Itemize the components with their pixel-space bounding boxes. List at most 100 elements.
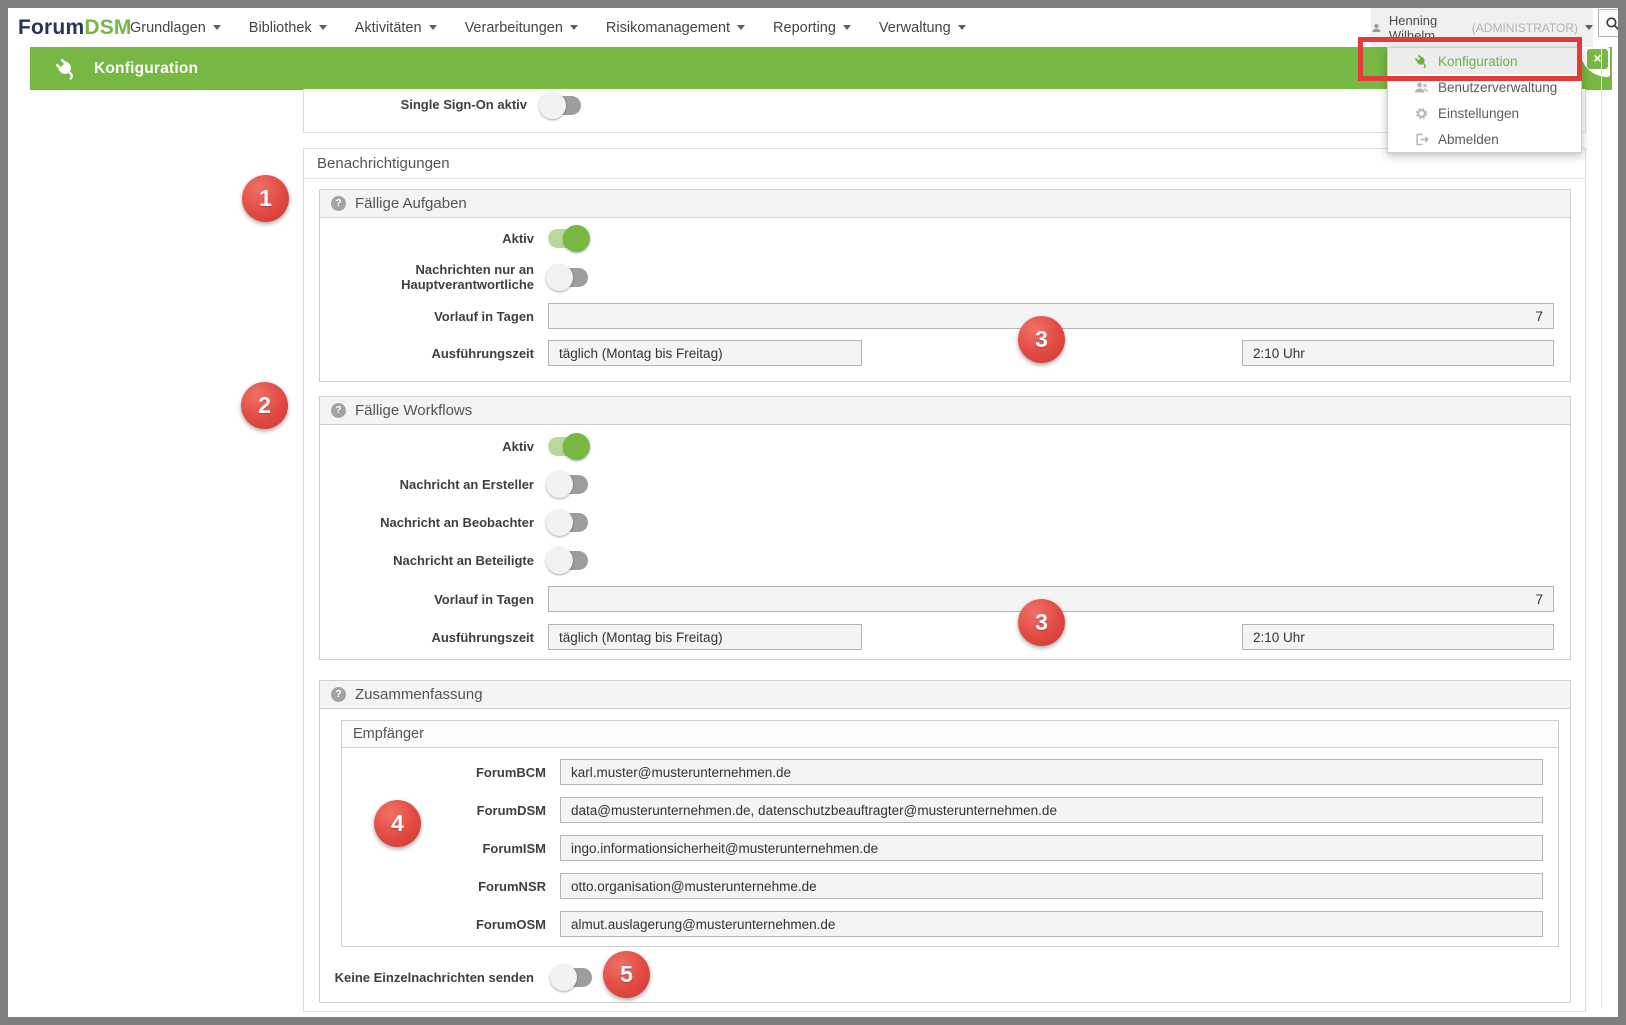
wf-exec-schedule-select[interactable]: täglich (Montag bis Freitag) [548, 624, 862, 650]
notifications-panel: Benachrichtigungen ? Fällige Aufgaben Ak… [303, 148, 1586, 1012]
wf-beobachter-toggle[interactable] [548, 513, 588, 532]
close-page-button[interactable]: × [1580, 47, 1610, 77]
chevron-down-icon [429, 25, 437, 34]
field-label: Aktiv [320, 439, 534, 454]
field-label: Keine Einzelnachrichten senden [320, 970, 534, 985]
sso-toggle[interactable] [541, 96, 581, 115]
recipient-forumnsr-input[interactable] [560, 873, 1543, 899]
sso-label: Single Sign-On aktiv [304, 89, 527, 121]
field-label: Ausführungszeit [320, 346, 534, 361]
recipients-box: Empfänger ForumBCM ForumDSM ForumISM For… [341, 720, 1559, 947]
annotation-badge-1: 1 [242, 175, 289, 222]
chevron-down-icon [958, 25, 966, 34]
section-faellige-workflows: ? Fällige Workflows Aktiv Nachricht an E… [319, 396, 1571, 660]
user-dropdown-menu: Konfiguration Benutzerverwaltung Einstel… [1387, 47, 1582, 153]
chevron-down-icon [843, 25, 851, 34]
page-header-bar: Konfiguration × [30, 47, 1612, 90]
help-icon[interactable]: ? [331, 196, 346, 211]
chevron-down-icon [1585, 25, 1593, 34]
wf-aktiv-toggle[interactable] [548, 437, 588, 456]
nav-item-bibliothek[interactable]: Bibliothek [235, 20, 341, 36]
nav-item-label: Risikomanagement [606, 20, 730, 36]
user-menu-button[interactable]: Henning Wilhelm (ADMINISTRATOR) [1371, 8, 1593, 47]
menu-item-benutzerverwaltung[interactable]: Benutzerverwaltung [1388, 74, 1581, 100]
toggle-knob [563, 225, 590, 252]
nav-item-reporting[interactable]: Reporting [759, 20, 865, 36]
toggle-knob [546, 547, 573, 574]
user-icon [1371, 21, 1382, 35]
field-label: Nachricht an Beteiligte [320, 553, 534, 568]
section-header: ? Zusammenfassung [320, 681, 1570, 709]
menu-item-label: Abmelden [1438, 132, 1499, 147]
app-logo[interactable]: ForumDSM [18, 8, 132, 47]
section-header: ? Fällige Aufgaben [320, 190, 1570, 218]
help-icon[interactable]: ? [331, 687, 346, 702]
menu-item-konfiguration[interactable]: Konfiguration [1388, 48, 1581, 74]
wf-exec-time-input[interactable]: 2:10 Uhr [1242, 624, 1554, 650]
plug-icon [1414, 54, 1429, 69]
chevron-down-icon [319, 25, 327, 34]
toggle-knob [546, 264, 573, 291]
tasks-only-main-toggle[interactable] [548, 268, 588, 287]
recipient-label: ForumDSM [342, 803, 546, 818]
wf-vorlauf-input[interactable] [548, 586, 1554, 612]
nav-item-label: Aktivitäten [355, 20, 422, 36]
nav-item-verwaltung[interactable]: Verwaltung [865, 20, 980, 36]
user-role: (ADMINISTRATOR) [1472, 21, 1578, 35]
top-navbar: ForumDSM Grundlagen Bibliothek Aktivität… [8, 8, 1618, 47]
toggle-knob [563, 433, 590, 460]
users-icon [1414, 80, 1429, 95]
logout-icon [1414, 132, 1429, 147]
logo-prefix: Forum [18, 16, 84, 39]
help-icon[interactable]: ? [331, 403, 346, 418]
wf-beteiligte-toggle[interactable] [548, 551, 588, 570]
main-menu: Grundlagen Bibliothek Aktivitäten Verarb… [116, 8, 980, 47]
wf-ersteller-toggle[interactable] [548, 475, 588, 494]
nav-item-grundlagen[interactable]: Grundlagen [116, 20, 235, 36]
menu-item-label: Einstellungen [1438, 106, 1519, 121]
menu-item-abmelden[interactable]: Abmelden [1388, 126, 1581, 152]
recipients-box-title: Empfänger [342, 721, 1558, 748]
field-label: Aktiv [320, 231, 534, 246]
notifications-panel-title: Benachrichtigungen [304, 149, 1585, 179]
recipient-label: ForumISM [342, 841, 546, 856]
section-title: Fällige Aufgaben [355, 195, 467, 212]
page-title: Konfiguration [94, 60, 198, 78]
nav-item-risikomanagement[interactable]: Risikomanagement [592, 20, 759, 36]
no-single-messages-toggle[interactable] [552, 968, 592, 987]
tasks-exec-schedule-select[interactable]: täglich (Montag bis Freitag) [548, 340, 862, 366]
tasks-exec-time-input[interactable]: 2:10 Uhr [1242, 340, 1554, 366]
section-faellige-aufgaben: ? Fällige Aufgaben Aktiv Nachrichten nur… [319, 189, 1571, 382]
toggle-knob [539, 92, 566, 119]
close-icon: × [1587, 49, 1608, 69]
nav-item-label: Verwaltung [879, 20, 951, 36]
nav-item-label: Reporting [773, 20, 836, 36]
section-header: ? Fällige Workflows [320, 397, 1570, 425]
field-label: Ausführungszeit [320, 630, 534, 645]
recipient-forumism-input[interactable] [560, 835, 1543, 861]
search-button[interactable] [1598, 9, 1626, 37]
chevron-down-icon [213, 25, 221, 34]
field-label: Nachricht an Beobachter [320, 515, 534, 530]
annotation-badge-2: 2 [241, 382, 288, 429]
menu-item-einstellungen[interactable]: Einstellungen [1388, 100, 1581, 126]
user-name: Henning Wilhelm [1389, 13, 1465, 43]
plug-icon [54, 57, 78, 81]
recipient-label: ForumBCM [342, 765, 546, 780]
tasks-aktiv-toggle[interactable] [548, 229, 588, 248]
recipient-forumbcm-input[interactable] [560, 759, 1543, 785]
nav-item-aktivitaeten[interactable]: Aktivitäten [341, 20, 451, 36]
nav-item-verarbeitungen[interactable]: Verarbeitungen [451, 20, 592, 36]
recipient-forumosm-input[interactable] [560, 911, 1543, 937]
recipient-forumdsm-input[interactable] [560, 797, 1543, 823]
menu-item-label: Benutzerverwaltung [1438, 80, 1557, 95]
search-icon [1604, 15, 1621, 32]
field-label: Nachricht an Ersteller [320, 477, 534, 492]
tasks-vorlauf-input[interactable] [548, 303, 1554, 329]
recipient-label: ForumNSR [342, 879, 546, 894]
section-title: Fällige Workflows [355, 402, 472, 419]
chevron-down-icon [737, 25, 745, 34]
toggle-knob [546, 471, 573, 498]
field-label: Nachrichten nur anHauptverantwortliche [320, 262, 534, 292]
menu-item-label: Konfiguration [1438, 54, 1518, 69]
